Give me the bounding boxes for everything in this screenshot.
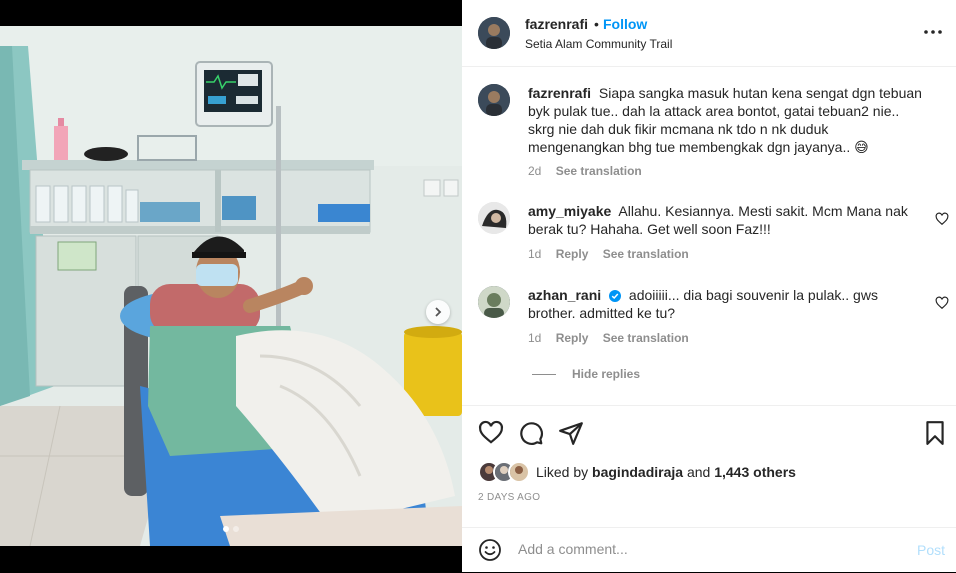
caption-text-block: fazrenrafi Siapa sangka masuk hutan kena… <box>528 84 928 156</box>
comment-text-block: amy_miyake Allahu. Kesiannya. Mesti saki… <box>528 202 928 238</box>
comment-age[interactable]: 1d <box>528 247 541 261</box>
first-liker-link[interactable]: bagindadiraja <box>592 464 683 480</box>
caption-age[interactable]: 2d <box>528 164 541 178</box>
liker-avatar[interactable] <box>508 461 530 483</box>
action-bar <box>462 405 956 461</box>
carousel-dot <box>233 526 239 532</box>
carousel-dots <box>0 526 462 532</box>
author-avatar[interactable] <box>478 17 510 49</box>
chevron-right-icon <box>435 307 442 317</box>
comment-age[interactable]: 1d <box>528 331 541 345</box>
add-comment-input[interactable] <box>516 540 900 558</box>
caption-username[interactable]: fazrenrafi <box>528 85 591 101</box>
bookmark-icon[interactable] <box>922 420 948 446</box>
post-modal: fazrenrafi • Follow Setia Alam Community… <box>0 0 956 572</box>
post-side-panel: fazrenrafi • Follow Setia Alam Community… <box>462 0 956 572</box>
caption-avatar[interactable] <box>478 84 510 116</box>
post-comment-button[interactable]: Post <box>917 542 945 558</box>
comment-username[interactable]: amy_miyake <box>528 203 611 219</box>
commenter-avatar[interactable] <box>478 286 510 318</box>
hide-replies-button[interactable]: Hide replies <box>532 367 640 381</box>
follow-button[interactable]: Follow <box>603 16 647 32</box>
next-slide-button[interactable] <box>426 300 450 324</box>
see-translation-link[interactable]: See translation <box>603 247 689 261</box>
see-translation-link[interactable]: See translation <box>556 164 642 178</box>
post-location[interactable]: Setia Alam Community Trail <box>525 37 672 51</box>
comment-text-block: azhan_rani adoiiiii... dia bagi souvenir… <box>528 286 928 322</box>
comment-username[interactable]: azhan_rani <box>528 287 601 303</box>
emoji-icon[interactable] <box>478 538 502 562</box>
comment-meta: 1d Reply See translation <box>528 247 700 261</box>
header-separator: • <box>594 16 599 32</box>
heart-icon[interactable] <box>935 212 949 226</box>
comment-meta: 1d Reply See translation <box>528 331 700 345</box>
likes-others-link[interactable]: 1,443 others <box>714 464 796 480</box>
add-comment-bar: Post <box>462 527 956 573</box>
share-icon[interactable] <box>558 420 584 446</box>
post-header: fazrenrafi • Follow Setia Alam Community… <box>462 0 956 67</box>
hide-replies-label: Hide replies <box>572 367 641 381</box>
hospital-photo <box>0 26 462 546</box>
see-translation-link[interactable]: See translation <box>603 331 689 345</box>
verified-badge-icon <box>609 290 622 302</box>
hide-replies-line <box>532 373 556 375</box>
carousel-dot-active <box>223 526 229 532</box>
author-username[interactable]: fazrenrafi <box>525 16 588 32</box>
comments-list[interactable]: fazrenrafi Siapa sangka masuk hutan kena… <box>462 67 956 405</box>
comment-icon[interactable] <box>518 420 544 446</box>
likes-and: and <box>686 464 711 480</box>
likes-prefix: Liked by <box>536 464 589 480</box>
likes-text: Liked by bagindadiraja and 1,443 others <box>536 464 796 480</box>
more-options-button[interactable] <box>922 22 944 42</box>
caption-meta: 2d See translation <box>528 164 653 178</box>
more-options-icon <box>924 30 942 34</box>
commenter-avatar[interactable] <box>478 202 510 234</box>
heart-icon[interactable] <box>935 296 949 310</box>
heart-icon[interactable] <box>478 420 504 446</box>
reply-button[interactable]: Reply <box>556 331 589 345</box>
likes-summary: Liked by bagindadiraja and 1,443 others <box>478 461 796 483</box>
post-image[interactable] <box>0 26 462 546</box>
post-date[interactable]: 2 DAYS AGO <box>478 492 540 503</box>
reply-button[interactable]: Reply <box>556 247 589 261</box>
